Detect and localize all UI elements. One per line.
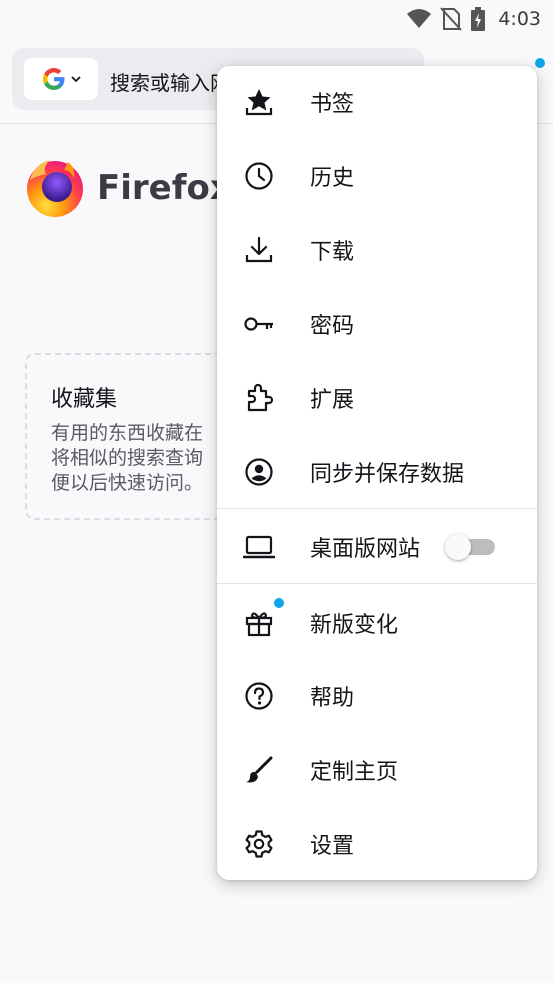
gear-icon (243, 828, 275, 860)
menu-item-passwords[interactable]: 密码 (217, 291, 537, 357)
collections-title: 收藏集 (51, 387, 118, 412)
menu-item-label: 下载 (310, 240, 355, 265)
menu-item-help[interactable]: 帮助 (217, 663, 537, 729)
extensions-icon (243, 382, 275, 414)
chevron-down-icon (71, 76, 81, 83)
menu-item-downloads[interactable]: 下载 (217, 217, 537, 283)
menu-item-sync[interactable]: 同步并保存数据 (217, 439, 537, 505)
menu-item-label: 同步并保存数据 (310, 462, 465, 487)
google-icon (43, 68, 65, 90)
menu-item-desktop-site[interactable]: 桌面版网站 (217, 514, 537, 580)
menu-item-label: 书签 (310, 92, 355, 117)
battery-charging-icon (471, 7, 486, 31)
laptop-icon (243, 531, 275, 563)
menu-item-label: 桌面版网站 (310, 537, 421, 562)
menu-item-customize-home[interactable]: 定制主页 (217, 737, 537, 803)
status-time: 4:03 (498, 8, 541, 30)
gift-icon (243, 607, 275, 639)
menu-item-label: 设置 (310, 834, 355, 859)
key-icon (243, 308, 275, 340)
menu-item-label: 新版变化 (310, 613, 399, 638)
menu-item-label: 历史 (310, 166, 355, 191)
menu-item-extensions[interactable]: 扩展 (217, 365, 537, 431)
help-icon (243, 680, 275, 712)
menu-item-whats-new[interactable]: 新版变化 (217, 590, 537, 656)
overflow-menu: 书签 历史 下载 密码 扩展 同步并保存数据 桌面版网站 新版变化 帮助 定制主… (217, 66, 537, 880)
firefox-logo-icon (27, 160, 83, 217)
menu-item-bookmarks[interactable]: 书签 (217, 69, 537, 135)
account-icon (243, 456, 275, 488)
menu-divider (217, 508, 537, 509)
whats-new-badge (274, 598, 284, 608)
search-engine-button[interactable] (24, 58, 98, 100)
brush-icon (243, 754, 275, 786)
menu-notification-dot (535, 58, 545, 68)
brand-wordmark: Firefox (97, 168, 232, 208)
menu-divider (217, 583, 537, 584)
status-bar: 4:03 (0, 0, 553, 40)
bookmark-star-icon (243, 86, 275, 118)
menu-item-label: 定制主页 (310, 760, 399, 785)
download-icon (243, 234, 275, 266)
no-sim-icon (440, 7, 463, 31)
clock-icon (243, 160, 275, 192)
menu-item-label: 扩展 (310, 388, 355, 413)
wifi-icon (407, 9, 432, 28)
menu-item-label: 密码 (310, 314, 355, 339)
toggle-thumb (445, 534, 471, 560)
desktop-site-toggle[interactable] (445, 534, 495, 560)
menu-item-settings[interactable]: 设置 (217, 811, 537, 877)
menu-item-label: 帮助 (310, 686, 355, 711)
menu-item-history[interactable]: 历史 (217, 143, 537, 209)
